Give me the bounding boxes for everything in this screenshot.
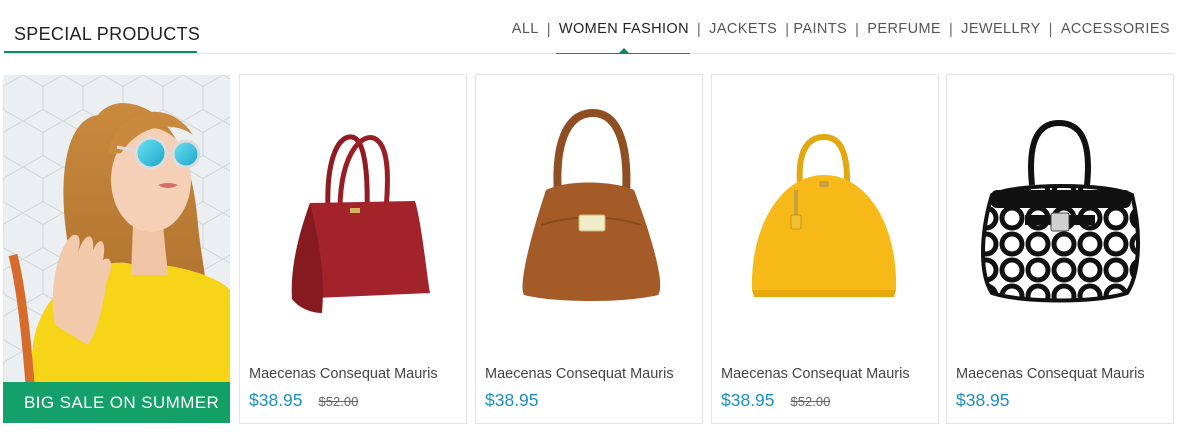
promo-banner[interactable]: BIG SALE ON SUMMER	[3, 75, 230, 423]
tab-perfume[interactable]: PERFUME	[867, 21, 941, 39]
product-price: $38.95	[956, 390, 1010, 410]
product-image[interactable]	[240, 75, 466, 355]
product-price: $38.95	[249, 390, 303, 410]
product-card[interactable]: Maecenas Consequat Mauris $38.95	[946, 74, 1174, 424]
banner-label: BIG SALE ON SUMMER	[3, 382, 230, 423]
product-card[interactable]: Maecenas Consequat Mauris $38.95 $52.00	[239, 74, 467, 424]
section-title: SPECIAL PRODUCTS	[14, 24, 201, 44]
product-price: $38.95	[721, 390, 775, 410]
product-price: $38.95	[485, 390, 539, 410]
section-header: SPECIAL PRODUCTS ALL | WOMEN FASHION | J…	[0, 0, 1182, 56]
red-tote-handbag-image	[291, 134, 430, 313]
product-old-price: $52.00	[790, 394, 831, 409]
black-white-pattern-handbag-image	[981, 119, 1140, 303]
product-name[interactable]: Maecenas Consequat Mauris	[485, 366, 674, 382]
product-card[interactable]: Maecenas Consequat Mauris $38.95	[475, 74, 703, 424]
tab-separator: |	[785, 22, 790, 38]
tab-paints[interactable]: PAINTS	[793, 21, 847, 39]
product-image[interactable]	[712, 75, 938, 355]
product-image[interactable]	[947, 75, 1173, 355]
tab-all[interactable]: ALL	[512, 21, 539, 39]
price-row: $38.95	[485, 390, 555, 411]
tab-jewellry[interactable]: JEWELLRY	[961, 21, 1041, 39]
yellow-dome-handbag-image	[751, 133, 897, 297]
brown-hobo-handbag-image	[522, 108, 661, 301]
tab-separator: |	[855, 22, 860, 38]
price-row: $38.95 $52.00	[721, 390, 830, 411]
price-row: $38.95 $52.00	[249, 390, 358, 411]
product-name[interactable]: Maecenas Consequat Mauris	[249, 366, 438, 382]
tab-separator: |	[949, 22, 954, 38]
tab-accessories[interactable]: ACCESSORIES	[1061, 21, 1170, 39]
product-old-price: $52.00	[318, 394, 359, 409]
price-row: $38.95	[956, 390, 1026, 411]
banner-model-image	[3, 75, 230, 423]
tab-separator: |	[546, 22, 551, 38]
tab-separator: |	[697, 22, 702, 38]
product-card[interactable]: Maecenas Consequat Mauris $38.95 $52.00	[711, 74, 939, 424]
tab-jackets[interactable]: JACKETS	[709, 21, 777, 39]
tab-women-fashion[interactable]: WOMEN FASHION	[555, 21, 691, 54]
product-image[interactable]	[476, 75, 702, 355]
product-name[interactable]: Maecenas Consequat Mauris	[721, 366, 910, 382]
tab-separator: |	[1048, 22, 1053, 38]
category-tabs: ALL | WOMEN FASHION | JACKETS | PAINTS |…	[512, 21, 1170, 54]
product-name[interactable]: Maecenas Consequat Mauris	[956, 366, 1145, 382]
